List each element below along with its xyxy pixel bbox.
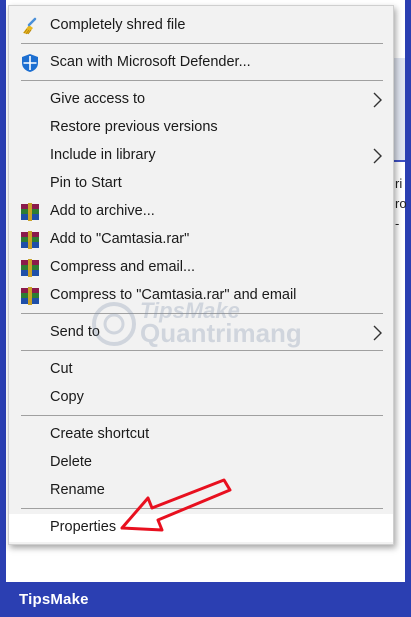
background-text: - [395,216,400,231]
menu-item-label: Completely shred file [50,17,186,33]
menu-item-label: Rename [50,482,105,498]
menu-item-send-to[interactable]: Send to [9,319,393,347]
menu-item-label: Create shortcut [50,426,150,442]
menu-item-restore-versions[interactable]: Restore previous versions [9,114,393,142]
menu-item-shred[interactable]: Completely shred file [9,12,393,40]
annotation-arrow-icon [120,478,232,532]
menu-item-label: Cut [50,361,73,377]
chevron-right-icon [371,92,383,108]
defender-shield-icon [20,53,40,73]
winrar-icon [20,230,40,250]
menu-item-label: Add to archive... [50,203,155,219]
chevron-right-icon [371,148,383,164]
menu-item-label: Scan with Microsoft Defender... [50,54,251,70]
brand-label: TipsMake [19,591,89,608]
menu-separator [21,43,383,44]
menu-item-pin-start[interactable]: Pin to Start [9,170,393,198]
menu-item-scan-defender[interactable]: Scan with Microsoft Defender... [9,49,393,77]
background-text: ro [395,196,407,211]
footer-bar: TipsMake [0,582,411,617]
menu-item-copy[interactable]: Copy [9,384,393,412]
menu-item-label: Include in library [50,147,156,163]
menu-item-label: Send to [50,324,100,340]
menu-item-label: Delete [50,454,92,470]
menu-item-compress-email[interactable]: Compress and email... [9,254,393,282]
menu-item-label: Add to "Camtasia.rar" [50,231,190,247]
winrar-icon [20,286,40,306]
menu-item-label: Pin to Start [50,175,122,191]
menu-item-label: Restore previous versions [50,119,218,135]
menu-item-give-access[interactable]: Give access to [9,86,393,114]
menu-item-label: Properties [50,519,117,535]
background-window-edge: ri ro - [391,58,411,308]
menu-separator [21,80,383,81]
menu-item-add-archive[interactable]: Add to archive... [9,198,393,226]
menu-item-label: Compress and email... [50,259,196,275]
menu-item-compress-to-rar-email[interactable]: Compress to "Camtasia.rar" and email [9,282,393,310]
winrar-icon [20,258,40,278]
winrar-icon [20,202,40,222]
menu-separator [21,313,383,314]
menu-item-create-shortcut[interactable]: Create shortcut [9,421,393,449]
menu-item-include-library[interactable]: Include in library [9,142,393,170]
background-text: ri [395,176,403,191]
menu-item-label: Give access to [50,91,146,107]
chevron-right-icon [371,325,383,341]
menu-item-delete[interactable]: Delete [9,449,393,477]
context-menu: Completely shred file Scan with Microsof… [8,5,394,545]
menu-item-label: Compress to "Camtasia.rar" and email [50,287,297,303]
menu-item-cut[interactable]: Cut [9,356,393,384]
menu-item-add-to-rar[interactable]: Add to "Camtasia.rar" [9,226,393,254]
shred-broom-icon [20,16,40,36]
menu-separator [21,415,383,416]
menu-separator [21,350,383,351]
menu-item-label: Copy [50,389,84,405]
